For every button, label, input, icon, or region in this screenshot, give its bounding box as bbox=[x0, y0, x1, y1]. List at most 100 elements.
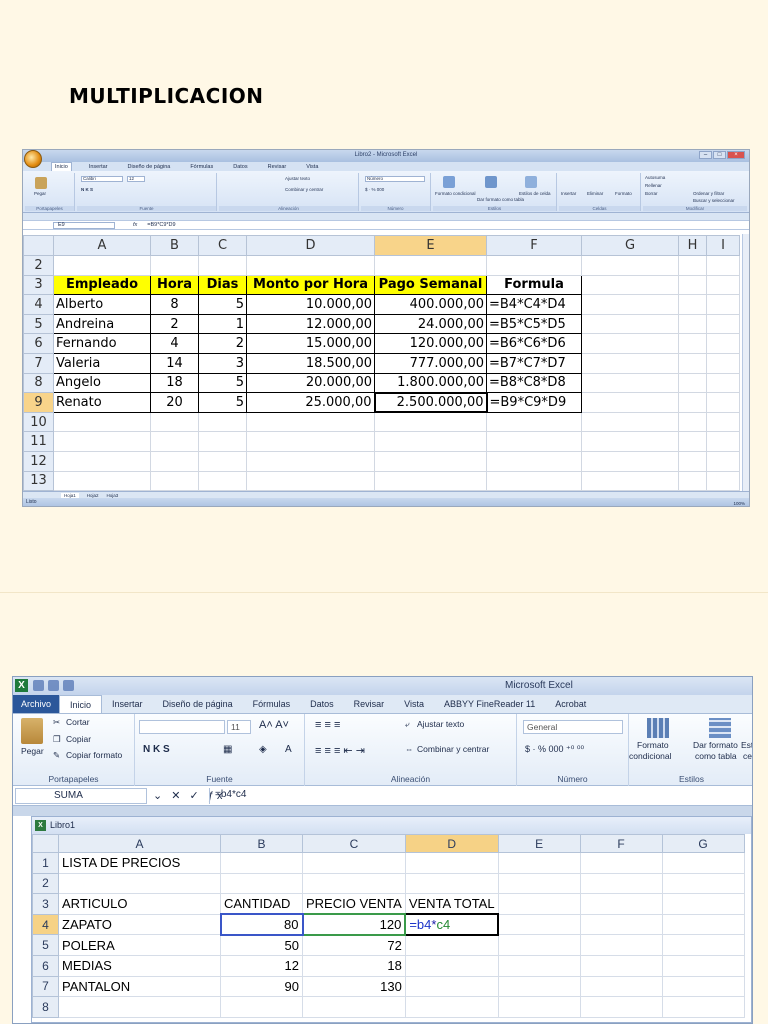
cell[interactable]: =B4*C4*D4 bbox=[486, 294, 582, 315]
undo-icon[interactable] bbox=[48, 680, 59, 691]
vertical-align-icons[interactable]: ≡ ≡ ≡ bbox=[315, 719, 340, 731]
wrap-text-icon[interactable]: ⤶ bbox=[405, 719, 410, 730]
bold-italic-underline[interactable]: N K S bbox=[143, 744, 170, 755]
copy-format-button[interactable]: Copiar formato bbox=[66, 750, 122, 760]
cell[interactable] bbox=[497, 852, 581, 874]
cell[interactable] bbox=[486, 450, 582, 472]
selected-cell[interactable]: 2.500.000,00 bbox=[373, 391, 488, 414]
cell[interactable]: 90 bbox=[220, 975, 303, 998]
cell[interactable] bbox=[678, 274, 707, 296]
cell[interactable] bbox=[150, 431, 199, 452]
cell[interactable]: 18 bbox=[150, 372, 199, 394]
tab-inicio[interactable]: Inicio bbox=[59, 695, 103, 713]
cell[interactable] bbox=[661, 954, 745, 977]
cell[interactable] bbox=[678, 411, 707, 433]
cell[interactable] bbox=[581, 255, 679, 276]
cond-format-label[interactable]: Formato condicional bbox=[435, 191, 476, 196]
col-header[interactable]: F bbox=[579, 834, 663, 853]
cell[interactable] bbox=[404, 872, 499, 895]
cell[interactable] bbox=[220, 872, 303, 895]
cell[interactable]: 18 bbox=[302, 954, 406, 977]
cell[interactable] bbox=[581, 294, 679, 315]
tab-vista[interactable]: Vista bbox=[394, 695, 434, 713]
cell[interactable] bbox=[678, 313, 707, 335]
redo-icon[interactable] bbox=[63, 680, 74, 691]
row-header[interactable]: 8 bbox=[32, 996, 59, 1018]
cell[interactable] bbox=[220, 852, 303, 874]
cell[interactable] bbox=[150, 411, 199, 433]
col-header[interactable]: C bbox=[198, 235, 247, 256]
cond-format-icon[interactable] bbox=[647, 718, 669, 738]
row-header[interactable]: 11 bbox=[23, 431, 54, 452]
cell[interactable] bbox=[706, 392, 740, 413]
office-button-icon[interactable] bbox=[24, 150, 42, 168]
cell[interactable] bbox=[661, 996, 745, 1018]
cell[interactable]: Renato bbox=[53, 392, 151, 413]
cell[interactable]: 400.000,00 bbox=[374, 294, 487, 315]
cell[interactable] bbox=[706, 274, 740, 296]
cell[interactable] bbox=[58, 872, 221, 895]
col-header[interactable]: G bbox=[581, 235, 679, 256]
cell[interactable] bbox=[497, 975, 581, 998]
cell[interactable] bbox=[497, 934, 581, 956]
cell[interactable] bbox=[706, 255, 740, 276]
insert-cells-button[interactable]: Insertar bbox=[561, 191, 576, 196]
row-header[interactable]: 1 bbox=[32, 852, 59, 874]
cell[interactable] bbox=[661, 872, 745, 895]
tab-diseno[interactable]: Diseño de página bbox=[125, 163, 174, 171]
col-header[interactable]: A bbox=[53, 235, 151, 256]
header-cell[interactable]: Formula bbox=[486, 274, 582, 296]
cell[interactable] bbox=[706, 333, 740, 354]
cond-format-icon[interactable] bbox=[443, 176, 455, 188]
cell[interactable]: 120 bbox=[301, 913, 407, 936]
cell[interactable] bbox=[661, 934, 745, 956]
cell[interactable] bbox=[706, 352, 740, 374]
header-cell[interactable]: Hora bbox=[150, 274, 199, 296]
cell[interactable]: 8 bbox=[150, 294, 199, 315]
copy-button[interactable]: Copiar bbox=[66, 734, 91, 744]
tab-revisar[interactable]: Revisar bbox=[265, 163, 290, 171]
cell[interactable] bbox=[486, 255, 582, 276]
cell[interactable]: POLERA bbox=[58, 934, 221, 956]
number-buttons[interactable]: $ · % 000 bbox=[365, 187, 384, 192]
cell[interactable] bbox=[374, 470, 487, 492]
cell[interactable] bbox=[53, 450, 151, 472]
row-header[interactable]: 4 bbox=[23, 294, 54, 315]
cell[interactable]: Valeria bbox=[53, 352, 151, 374]
row-header[interactable]: 13 bbox=[23, 470, 54, 492]
cell[interactable]: 130 bbox=[302, 975, 406, 998]
cell[interactable] bbox=[706, 431, 740, 452]
border-icon[interactable]: ▦ bbox=[223, 744, 232, 755]
cell[interactable]: ARTICULO bbox=[58, 893, 221, 915]
cell[interactable] bbox=[374, 411, 487, 433]
cell[interactable]: 12.000,00 bbox=[246, 313, 375, 335]
cell[interactable] bbox=[581, 450, 679, 472]
cell[interactable] bbox=[581, 392, 679, 413]
cell[interactable]: 5 bbox=[198, 372, 247, 394]
cell[interactable] bbox=[706, 372, 740, 394]
cell[interactable] bbox=[150, 450, 199, 472]
cond-format-label-1[interactable]: Formato bbox=[637, 740, 669, 750]
cell[interactable]: 25.000,00 bbox=[246, 392, 375, 413]
number-format-box[interactable]: Número bbox=[365, 176, 425, 182]
cell[interactable] bbox=[706, 313, 740, 335]
find-select-button[interactable]: Buscar y seleccionar bbox=[693, 198, 735, 203]
col-header[interactable]: F bbox=[486, 235, 582, 256]
select-all-corner[interactable] bbox=[23, 235, 54, 256]
cell[interactable] bbox=[706, 294, 740, 315]
cell[interactable]: 15.000,00 bbox=[246, 333, 375, 354]
cell[interactable] bbox=[246, 470, 375, 492]
cell[interactable]: ZAPATO bbox=[58, 913, 221, 936]
copy-icon[interactable]: ❐ bbox=[53, 734, 61, 745]
cell[interactable]: 14 bbox=[150, 352, 199, 374]
cell-styles-icon[interactable] bbox=[525, 176, 537, 188]
fx-icon[interactable]: fx bbox=[133, 222, 137, 228]
cell[interactable]: 120.000,00 bbox=[374, 333, 487, 354]
col-header[interactable]: E bbox=[374, 235, 487, 256]
cell[interactable] bbox=[706, 450, 740, 472]
wrap-text-button[interactable]: Ajustar texto bbox=[417, 719, 464, 729]
cell[interactable] bbox=[678, 450, 707, 472]
cell[interactable]: =B6*C6*D6 bbox=[486, 333, 582, 354]
cell[interactable] bbox=[302, 872, 406, 895]
cell[interactable] bbox=[678, 470, 707, 492]
